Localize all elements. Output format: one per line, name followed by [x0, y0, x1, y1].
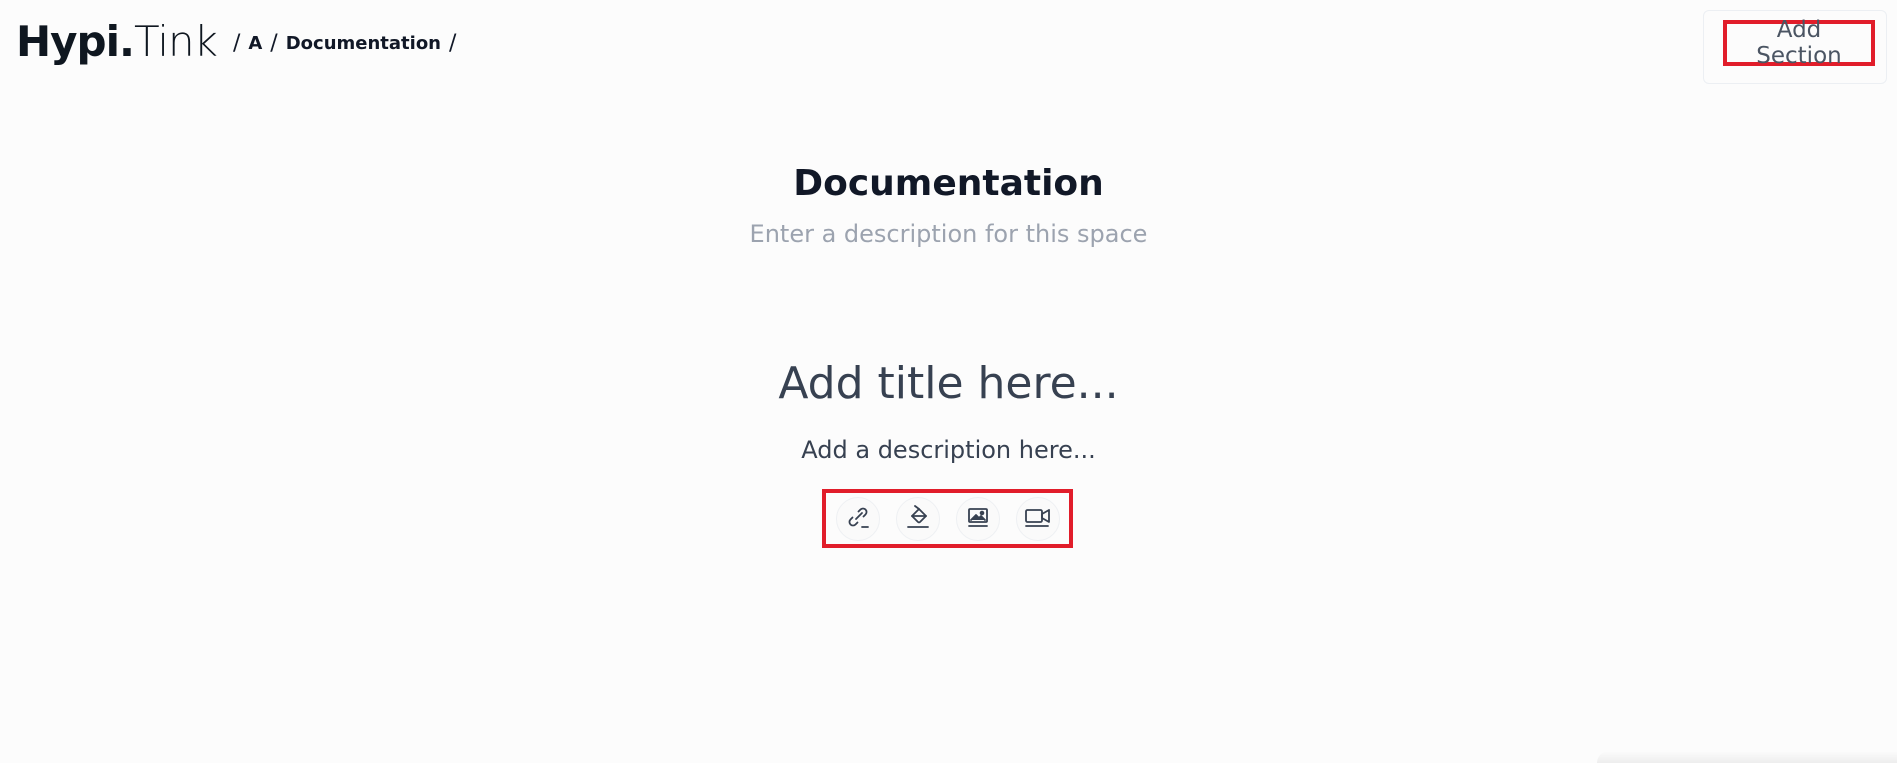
- breadcrumb: / A / Documentation /: [233, 31, 456, 56]
- image-button[interactable]: [955, 496, 1000, 541]
- breadcrumb-separator: /: [449, 31, 457, 56]
- video-icon: [1023, 503, 1053, 534]
- video-button[interactable]: [1015, 496, 1060, 541]
- section-description-input[interactable]: Add a description here...: [0, 436, 1897, 464]
- image-icon: [964, 503, 992, 534]
- link-icon: [844, 503, 872, 534]
- space-description-input[interactable]: Enter a description for this space: [0, 220, 1897, 248]
- fill-button[interactable]: [895, 496, 940, 541]
- media-toolbar: [822, 489, 1073, 548]
- page: Hypi. Tink / A / Documentation / Add Sec…: [0, 0, 1897, 763]
- logo-light-text: Tink: [133, 17, 218, 66]
- breadcrumb-separator: /: [270, 31, 278, 56]
- link-button[interactable]: [835, 496, 880, 541]
- space-title[interactable]: Documentation: [0, 163, 1897, 204]
- floating-panel-edge: [1597, 751, 1897, 763]
- fill-icon: [904, 503, 932, 534]
- breadcrumb-separator: /: [232, 31, 241, 56]
- section-title-input[interactable]: Add title here...: [0, 358, 1897, 409]
- logo-bold-text: Hypi.: [16, 17, 135, 66]
- logo[interactable]: Hypi. Tink: [16, 14, 218, 70]
- breadcrumb-item-documentation[interactable]: Documentation: [286, 33, 441, 54]
- add-section-button[interactable]: Add Section: [1723, 17, 1875, 69]
- header-brand: Hypi. Tink / A / Documentation /: [16, 14, 456, 74]
- breadcrumb-item-a[interactable]: A: [248, 33, 262, 54]
